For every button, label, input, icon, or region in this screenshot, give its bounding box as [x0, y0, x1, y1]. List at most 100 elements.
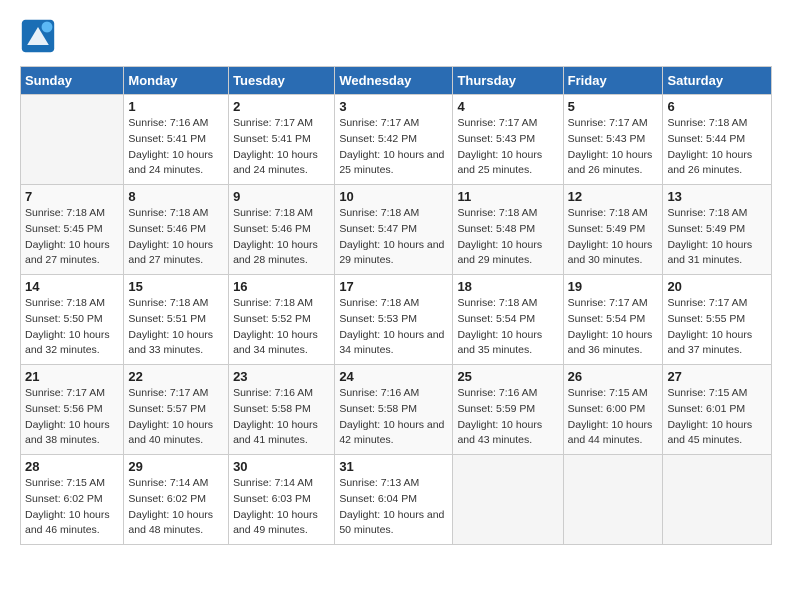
day-info: Sunrise: 7:18 AMSunset: 5:49 PMDaylight:… — [568, 206, 659, 269]
day-info: Sunrise: 7:16 AMSunset: 5:41 PMDaylight:… — [128, 116, 224, 179]
day-number: 5 — [568, 99, 659, 114]
weekday-header-saturday: Saturday — [663, 67, 772, 95]
day-info: Sunrise: 7:16 AMSunset: 5:59 PMDaylight:… — [457, 386, 558, 449]
calendar-cell: 4Sunrise: 7:17 AMSunset: 5:43 PMDaylight… — [453, 95, 563, 185]
calendar-cell: 22Sunrise: 7:17 AMSunset: 5:57 PMDayligh… — [124, 365, 229, 455]
calendar-cell: 9 Sunrise: 7:18 AMSunset: 5:46 PMDaylight… — [229, 185, 335, 275]
calendar-cell: 21 Sunrise: 7:17 AMSunset: 5:56 PMDayligh… — [21, 365, 124, 455]
day-info: Sunrise: 7:14 AMSunset: 6:02 PMDaylight:… — [128, 476, 224, 539]
week-row-4: 21 Sunrise: 7:17 AMSunset: 5:56 PMDayligh… — [21, 365, 772, 455]
day-number: 16 — [233, 279, 330, 294]
calendar-cell: 3 Sunrise: 7:17 AMSunset: 5:42 PMDaylight… — [335, 95, 453, 185]
day-info: Sunrise: 7:13 AMSunset: 6:04 PMDaylight:… — [339, 476, 448, 539]
calendar-cell: 13 Sunrise: 7:18 AMSunset: 5:49 PMDayligh… — [663, 185, 772, 275]
calendar-cell: 31 Sunrise: 7:13 AMSunset: 6:04 PMDayligh… — [335, 455, 453, 545]
calendar-table: SundayMondayTuesdayWednesdayThursdayFrid… — [20, 66, 772, 545]
day-info: Sunrise: 7:18 AMSunset: 5:53 PMDaylight:… — [339, 296, 448, 359]
day-info: Sunrise: 7:18 AMSunset: 5:52 PMDaylight:… — [233, 296, 330, 359]
weekday-header-monday: Monday — [124, 67, 229, 95]
day-info: Sunrise: 7:17 AMSunset: 5:55 PMDaylight:… — [667, 296, 767, 359]
day-info: Sunrise: 7:18 AMSunset: 5:48 PMDaylight:… — [457, 206, 558, 269]
day-number: 8 — [128, 189, 224, 204]
calendar-cell: 10 Sunrise: 7:18 AMSunset: 5:47 PMDayligh… — [335, 185, 453, 275]
day-number: 10 — [339, 189, 448, 204]
day-number: 28 — [25, 459, 119, 474]
day-info: Sunrise: 7:18 AMSunset: 5:51 PMDaylight:… — [128, 296, 224, 359]
day-number: 15 — [128, 279, 224, 294]
week-row-1: 1 Sunrise: 7:16 AMSunset: 5:41 PMDaylight… — [21, 95, 772, 185]
calendar-cell: 19 Sunrise: 7:17 AMSunset: 5:54 PMDayligh… — [563, 275, 663, 365]
day-info: Sunrise: 7:14 AMSunset: 6:03 PMDaylight:… — [233, 476, 330, 539]
calendar-cell: 24 Sunrise: 7:16 AMSunset: 5:58 PMDayligh… — [335, 365, 453, 455]
week-row-2: 7Sunrise: 7:18 AMSunset: 5:45 PMDaylight… — [21, 185, 772, 275]
day-number: 3 — [339, 99, 448, 114]
day-number: 11 — [457, 189, 558, 204]
day-number: 23 — [233, 369, 330, 384]
day-number: 24 — [339, 369, 448, 384]
day-info: Sunrise: 7:17 AMSunset: 5:42 PMDaylight:… — [339, 116, 448, 179]
day-number: 14 — [25, 279, 119, 294]
calendar-cell: 17 Sunrise: 7:18 AMSunset: 5:53 PMDayligh… — [335, 275, 453, 365]
day-info: Sunrise: 7:15 AMSunset: 6:00 PMDaylight:… — [568, 386, 659, 449]
day-number: 29 — [128, 459, 224, 474]
calendar-cell: 11 Sunrise: 7:18 AMSunset: 5:48 PMDayligh… — [453, 185, 563, 275]
day-number: 9 — [233, 189, 330, 204]
day-number: 12 — [568, 189, 659, 204]
calendar-cell: 5 Sunrise: 7:17 AMSunset: 5:43 PMDaylight… — [563, 95, 663, 185]
weekday-header-row: SundayMondayTuesdayWednesdayThursdayFrid… — [21, 67, 772, 95]
weekday-header-wednesday: Wednesday — [335, 67, 453, 95]
week-row-3: 14 Sunrise: 7:18 AMSunset: 5:50 PMDayligh… — [21, 275, 772, 365]
day-number: 26 — [568, 369, 659, 384]
logo — [20, 20, 60, 56]
calendar-cell: 29 Sunrise: 7:14 AMSunset: 6:02 PMDayligh… — [124, 455, 229, 545]
calendar-cell: 8 Sunrise: 7:18 AMSunset: 5:46 PMDaylight… — [124, 185, 229, 275]
calendar-cell — [453, 455, 563, 545]
week-row-5: 28 Sunrise: 7:15 AMSunset: 6:02 PMDayligh… — [21, 455, 772, 545]
calendar-cell: 7Sunrise: 7:18 AMSunset: 5:45 PMDaylight… — [21, 185, 124, 275]
day-info: Sunrise: 7:17 AMSunset: 5:54 PMDaylight:… — [568, 296, 659, 359]
day-number: 30 — [233, 459, 330, 474]
calendar-cell: 28 Sunrise: 7:15 AMSunset: 6:02 PMDayligh… — [21, 455, 124, 545]
day-info: Sunrise: 7:17 AMSunset: 5:41 PMDaylight:… — [233, 116, 330, 179]
calendar-cell: 18Sunrise: 7:18 AMSunset: 5:54 PMDayligh… — [453, 275, 563, 365]
day-number: 19 — [568, 279, 659, 294]
weekday-header-tuesday: Tuesday — [229, 67, 335, 95]
day-number: 7 — [25, 189, 119, 204]
calendar-cell: 23Sunrise: 7:16 AMSunset: 5:58 PMDayligh… — [229, 365, 335, 455]
day-number: 27 — [667, 369, 767, 384]
calendar-cell: 16 Sunrise: 7:18 AMSunset: 5:52 PMDayligh… — [229, 275, 335, 365]
day-info: Sunrise: 7:18 AMSunset: 5:50 PMDaylight:… — [25, 296, 119, 359]
calendar-cell: 2 Sunrise: 7:17 AMSunset: 5:41 PMDaylight… — [229, 95, 335, 185]
day-number: 13 — [667, 189, 767, 204]
day-number: 1 — [128, 99, 224, 114]
day-info: Sunrise: 7:16 AMSunset: 5:58 PMDaylight:… — [339, 386, 448, 449]
day-info: Sunrise: 7:17 AMSunset: 5:57 PMDaylight:… — [128, 386, 224, 449]
day-info: Sunrise: 7:18 AMSunset: 5:44 PMDaylight:… — [667, 116, 767, 179]
calendar-cell: 20Sunrise: 7:17 AMSunset: 5:55 PMDayligh… — [663, 275, 772, 365]
day-info: Sunrise: 7:18 AMSunset: 5:46 PMDaylight:… — [233, 206, 330, 269]
calendar-cell — [663, 455, 772, 545]
calendar-cell: 25 Sunrise: 7:16 AMSunset: 5:59 PMDayligh… — [453, 365, 563, 455]
day-info: Sunrise: 7:18 AMSunset: 5:47 PMDaylight:… — [339, 206, 448, 269]
day-number: 31 — [339, 459, 448, 474]
calendar-cell: 14 Sunrise: 7:18 AMSunset: 5:50 PMDayligh… — [21, 275, 124, 365]
day-info: Sunrise: 7:18 AMSunset: 5:46 PMDaylight:… — [128, 206, 224, 269]
calendar-cell: 1 Sunrise: 7:16 AMSunset: 5:41 PMDaylight… — [124, 95, 229, 185]
day-number: 2 — [233, 99, 330, 114]
weekday-header-thursday: Thursday — [453, 67, 563, 95]
calendar-cell — [563, 455, 663, 545]
day-number: 25 — [457, 369, 558, 384]
page-header — [20, 20, 772, 56]
day-number: 18 — [457, 279, 558, 294]
day-number: 17 — [339, 279, 448, 294]
day-info: Sunrise: 7:18 AMSunset: 5:49 PMDaylight:… — [667, 206, 767, 269]
day-info: Sunrise: 7:15 AMSunset: 6:02 PMDaylight:… — [25, 476, 119, 539]
calendar-cell: 15 Sunrise: 7:18 AMSunset: 5:51 PMDayligh… — [124, 275, 229, 365]
day-info: Sunrise: 7:17 AMSunset: 5:43 PMDaylight:… — [568, 116, 659, 179]
weekday-header-sunday: Sunday — [21, 67, 124, 95]
day-info: Sunrise: 7:17 AMSunset: 5:56 PMDaylight:… — [25, 386, 119, 449]
day-number: 21 — [25, 369, 119, 384]
calendar-cell: 6Sunrise: 7:18 AMSunset: 5:44 PMDaylight… — [663, 95, 772, 185]
day-number: 4 — [457, 99, 558, 114]
day-info: Sunrise: 7:15 AMSunset: 6:01 PMDaylight:… — [667, 386, 767, 449]
